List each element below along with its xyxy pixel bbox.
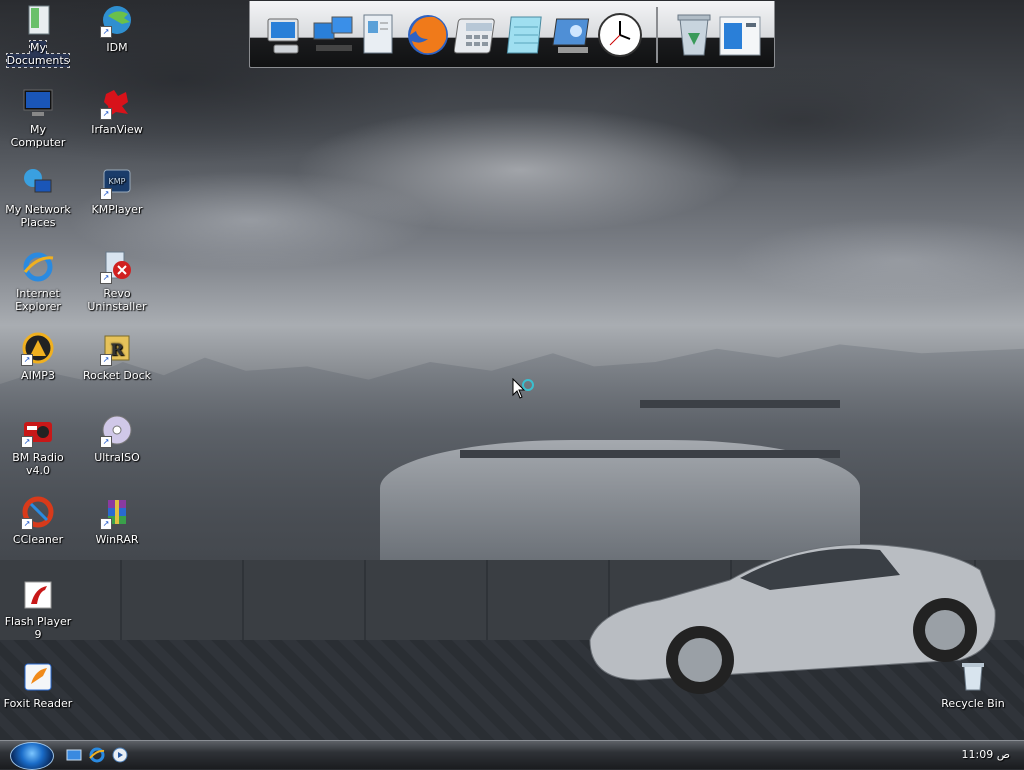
desktop-icon-my-documents[interactable]: My Documents [1, 4, 75, 68]
desktop-icon-ccleaner[interactable]: ↗ CCleaner [1, 496, 75, 546]
shortcut-arrow-icon: ↗ [100, 272, 112, 284]
ccleaner-icon: ↗ [21, 496, 55, 530]
foxit-reader-icon [21, 660, 55, 694]
shortcut-arrow-icon: ↗ [100, 436, 112, 448]
internet-explorer-icon [21, 250, 55, 284]
icon-label: UltraISO [94, 451, 140, 464]
icon-label: My Computer [10, 123, 66, 149]
internet-explorer-icon[interactable] [89, 747, 105, 763]
notepad-icon[interactable] [502, 9, 550, 59]
icon-label: WinRAR [95, 533, 139, 546]
network-places-icon [21, 166, 55, 200]
flash-player-icon [21, 578, 55, 612]
desktop-icon-internet-explorer[interactable]: Internet Explorer [1, 250, 75, 313]
ultraiso-icon: ↗ [100, 414, 134, 448]
wallpaper-bridge [460, 450, 840, 458]
system-clock[interactable]: ص 11:09 [962, 748, 1011, 761]
icon-label: AIMP3 [21, 369, 55, 382]
shortcut-arrow-icon: ↗ [100, 354, 112, 366]
kmplayer-icon: KMP ↗ [100, 166, 134, 200]
icon-label: BM Radio v4.0 [12, 451, 64, 477]
clock-icon[interactable] [596, 9, 644, 59]
desktop-icon-kmplayer[interactable]: KMP ↗ KMPlayer [80, 166, 154, 216]
rocket-dock-icon: R ↗ [100, 332, 134, 366]
desktop-icon-aimp3[interactable]: ↗ AIMP3 [1, 332, 75, 382]
desktop-icon-ultraiso[interactable]: ↗ UltraISO [80, 414, 154, 464]
icon-label: Internet Explorer [15, 287, 61, 313]
icon-label: Foxit Reader [3, 697, 73, 710]
desktop-icon-bm-radio[interactable]: ↗ BM Radio v4.0 [1, 414, 75, 477]
media-player-icon[interactable] [112, 747, 128, 763]
recycle-bin-icon[interactable] [670, 9, 718, 59]
mouse-cursor-busy-icon [512, 378, 534, 399]
shortcut-arrow-icon: ↗ [100, 188, 112, 200]
aimp3-icon: ↗ [21, 332, 55, 366]
desktop-icon-foxit-reader[interactable]: Foxit Reader [1, 660, 75, 710]
shortcut-arrow-icon: ↗ [21, 518, 33, 530]
taskbar: ص 11:09 [0, 740, 1024, 770]
desktop-icon-idm[interactable]: ↗ IDM [80, 4, 154, 54]
desktop-icon-recycle-bin[interactable]: Recycle Bin [936, 660, 1010, 710]
shortcut-arrow-icon: ↗ [100, 108, 112, 120]
irfanview-icon: ↗ [100, 86, 134, 120]
bm-radio-icon: ↗ [21, 414, 55, 448]
desktop-icon-winrar[interactable]: ↗ WinRAR [80, 496, 154, 546]
revo-uninstaller-icon: ↗ [100, 250, 134, 284]
desktop-icon-flash-player[interactable]: Flash Player 9 [1, 578, 75, 641]
shortcut-arrow-icon: ↗ [100, 26, 112, 38]
icon-label: My Network Places [5, 203, 71, 229]
icon-label: Recycle Bin [941, 697, 1005, 710]
rocket-dock [249, 1, 775, 68]
svg-text:R: R [110, 340, 124, 359]
svg-text:KMP: KMP [109, 177, 126, 186]
icon-label: Flash Player 9 [4, 615, 72, 641]
icon-label: Rocket Dock [82, 369, 152, 382]
show-desktop-icon[interactable] [66, 747, 82, 763]
desktop-icon-my-computer[interactable]: My Computer [1, 86, 75, 149]
wallpaper-bridge [640, 400, 840, 408]
my-computer-icon[interactable] [260, 9, 308, 59]
icon-label: IDM [106, 41, 128, 54]
icon-label: KMPlayer [91, 203, 143, 216]
shortcut-arrow-icon: ↗ [21, 436, 33, 448]
desktop-icon-revo-uninstaller[interactable]: ↗ Revo Uninstaller [80, 250, 154, 313]
documents-icon[interactable] [356, 9, 404, 59]
icon-label: IrfanView [91, 123, 143, 136]
desktop-icon-rocket-dock[interactable]: R ↗ Rocket Dock [80, 332, 154, 382]
my-computer-icon [21, 86, 55, 120]
icon-label: CCleaner [12, 533, 64, 546]
network-icon[interactable] [310, 9, 358, 59]
dock-separator [656, 7, 658, 63]
start-button[interactable] [10, 742, 54, 770]
desktop-icon-irfanview[interactable]: ↗ IrfanView [80, 86, 154, 136]
control-panel-icon[interactable] [550, 9, 598, 59]
icon-label: My Documents [5, 40, 71, 68]
calculator-icon[interactable] [453, 9, 502, 59]
show-desktop-icon[interactable] [716, 9, 764, 59]
firefox-icon[interactable] [404, 9, 452, 59]
shortcut-arrow-icon: ↗ [21, 354, 33, 366]
my-documents-icon [21, 4, 55, 38]
desktop-icon-my-network-places[interactable]: My Network Places [1, 166, 75, 229]
idm-icon: ↗ [100, 4, 134, 38]
winrar-icon: ↗ [100, 496, 134, 530]
recycle-bin-icon [956, 660, 990, 694]
shortcut-arrow-icon: ↗ [100, 518, 112, 530]
icon-label: Revo Uninstaller [87, 287, 147, 313]
